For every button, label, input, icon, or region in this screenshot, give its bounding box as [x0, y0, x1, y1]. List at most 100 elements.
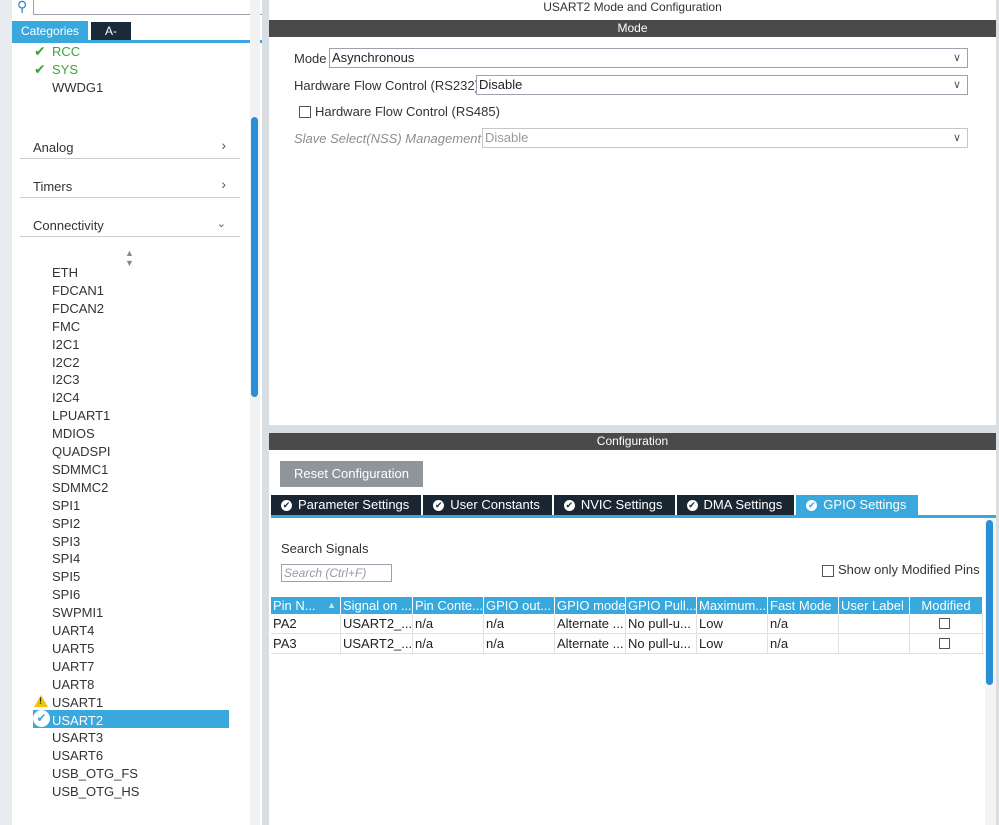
tree-item-usart3[interactable]: USART3	[52, 729, 103, 747]
configuration-band: Configuration	[269, 433, 996, 450]
tree-item-spi2[interactable]: SPI2	[52, 515, 80, 533]
column-header[interactable]: User Label	[839, 597, 910, 614]
mode-select-value: Asynchronous	[332, 50, 415, 65]
category-analog[interactable]: Analog ›	[20, 137, 240, 159]
tree-item-swpmi1[interactable]: SWPMI1	[52, 604, 103, 622]
right-panel: USART2 Mode and Configuration Mode Mode …	[269, 0, 999, 825]
gpio-table: Pin N... ▲ Signal on ... Pin Conte... GPIO o…	[271, 597, 984, 654]
tab-label: DMA Settings	[703, 497, 783, 512]
category-timers[interactable]: Timers ›	[20, 176, 240, 198]
tree-item-usart1[interactable]: USART1	[52, 694, 103, 712]
column-header[interactable]: Fast Mode	[768, 597, 839, 614]
hwflow232-select[interactable]: Disable ∨	[476, 75, 968, 95]
table-cell: n/a	[484, 634, 555, 653]
table-cell: Alternate ...	[555, 634, 626, 653]
tree-item-fdcan1[interactable]: FDCAN1	[52, 282, 104, 300]
tree-item-sys[interactable]: SYS	[52, 61, 78, 79]
tree-item-uart5[interactable]: UART5	[52, 640, 94, 658]
tree-item-fdcan2[interactable]: FDCAN2	[52, 300, 104, 318]
category-tabs: Categories A->Z	[12, 21, 132, 56]
tree-item-usb_otg_fs[interactable]: USB_OTG_FS	[52, 765, 138, 783]
column-header-label: Pin N...	[273, 598, 316, 613]
split-divider[interactable]	[269, 425, 996, 433]
tree-item-i2c3[interactable]: I2C3	[52, 371, 79, 389]
tree-item-spi5[interactable]: SPI5	[52, 568, 80, 586]
column-header[interactable]: GPIO mode	[555, 597, 626, 614]
config-scrollbar-thumb[interactable]	[986, 520, 993, 685]
table-cell: n/a	[413, 614, 484, 633]
tree-item-lpuart1[interactable]: LPUART1	[52, 407, 110, 425]
tree-item-uart8[interactable]: UART8	[52, 676, 94, 694]
left-scrollbar-thumb[interactable]	[251, 117, 258, 397]
tab-label: GPIO Settings	[823, 497, 907, 512]
modified-checkbox[interactable]	[939, 618, 950, 629]
tree-item-spi3[interactable]: SPI3	[52, 533, 80, 551]
column-header-label: User Label	[841, 598, 904, 613]
column-header[interactable]: GPIO out...	[484, 597, 555, 614]
tree-item-fmc[interactable]: FMC	[52, 318, 80, 336]
reset-configuration-button[interactable]: Reset Configuration	[280, 461, 423, 487]
tab-az[interactable]: A->Z	[91, 22, 132, 56]
chevron-down-icon: ∨	[952, 52, 961, 64]
column-header[interactable]: Signal on ...	[341, 597, 413, 614]
tree-item-spi1[interactable]: SPI1	[52, 497, 80, 515]
table-cell: n/a	[768, 634, 839, 653]
tab-label: Parameter Settings	[298, 497, 410, 512]
table-cell: No pull-u...	[626, 634, 697, 653]
tree-item-i2c4[interactable]: I2C4	[52, 389, 79, 407]
tree-item-usb_otg_hs[interactable]: USB_OTG_HS	[52, 783, 139, 801]
panel-divider[interactable]	[262, 0, 269, 825]
tree-item-rcc[interactable]: RCC	[52, 43, 80, 61]
column-header[interactable]: GPIO Pull...	[626, 597, 697, 614]
column-header-label: Maximum...	[699, 598, 767, 613]
column-header-label: GPIO mode	[557, 598, 626, 613]
mode-select[interactable]: Asynchronous ∨	[329, 48, 968, 68]
column-header[interactable]: Maximum...	[697, 597, 768, 614]
table-row[interactable]: PA3 USART2_... n/a n/a Alternate ... No pull-…	[271, 634, 984, 654]
tab-dma-settings[interactable]: ✔ DMA Settings	[676, 495, 795, 515]
nss-select[interactable]: Disable ∨	[482, 128, 968, 148]
show-modified-checkbox[interactable]	[822, 565, 834, 577]
tree-item-uart4[interactable]: UART4	[52, 622, 94, 640]
search-icon[interactable]: ⚲	[17, 0, 33, 14]
table-cell	[910, 634, 983, 653]
tree-item-spi4[interactable]: SPI4	[52, 550, 80, 568]
table-cell: USART2_...	[343, 614, 413, 633]
tree-item-sdmmc2[interactable]: SDMMC2	[52, 479, 108, 497]
table-cell: Low	[697, 634, 768, 653]
tree-item-usart6[interactable]: USART6	[52, 747, 103, 765]
tree-item-mdios[interactable]: MDIOS	[52, 425, 95, 443]
tree-item-i2c2[interactable]: I2C2	[52, 354, 79, 372]
tree-item-quadspi[interactable]: QUADSPI	[52, 443, 111, 461]
tree-item-wwdg1[interactable]: WWDG1	[52, 79, 103, 97]
category-connectivity[interactable]: Connectivity ⌄	[20, 215, 240, 237]
check-circle-icon: ✔	[686, 499, 698, 511]
tree-item-eth[interactable]: ETH	[52, 264, 78, 282]
modified-checkbox[interactable]	[939, 638, 950, 649]
column-header[interactable]: Modified	[910, 597, 983, 614]
tab-user-constants[interactable]: ✔ User Constants	[423, 495, 552, 515]
table-cell	[839, 634, 910, 653]
table-row[interactable]: PA2 USART2_... n/a n/a Alternate ... No pull-…	[271, 614, 984, 634]
hwflow485-checkbox[interactable]	[299, 106, 311, 118]
tabs-underline	[12, 40, 262, 43]
tab-gpio-settings[interactable]: ✔ GPIO Settings	[796, 495, 919, 515]
sort-ascending-icon: ▲	[327, 600, 336, 610]
search-input[interactable]	[33, 0, 263, 15]
tree-item-i2c1[interactable]: I2C1	[52, 336, 79, 354]
tree-item-spi6[interactable]: SPI6	[52, 586, 80, 604]
table-cell: n/a	[413, 634, 484, 653]
search-signals-input[interactable]: Search (Ctrl+F)	[281, 564, 392, 582]
column-header[interactable]: Pin Conte...	[413, 597, 484, 614]
table-body: PA2 USART2_... n/a n/a Alternate ... No pull-…	[271, 614, 984, 654]
left-edge	[0, 0, 12, 825]
tree-item-usart2[interactable]: USART2	[52, 712, 103, 730]
sort-icon[interactable]: ▲ ▼	[125, 248, 134, 268]
tree-item-sdmmc1[interactable]: SDMMC1	[52, 461, 108, 479]
tab-parameter-settings[interactable]: ✔ Parameter Settings	[271, 495, 422, 515]
tab-categories[interactable]: Categories	[12, 21, 89, 41]
tab-nvic-settings[interactable]: ✔ NVIC Settings	[553, 495, 675, 515]
tree-item-uart7[interactable]: UART7	[52, 658, 94, 676]
mode-band: Mode	[269, 20, 996, 37]
column-header[interactable]: Pin N... ▲	[271, 597, 341, 614]
